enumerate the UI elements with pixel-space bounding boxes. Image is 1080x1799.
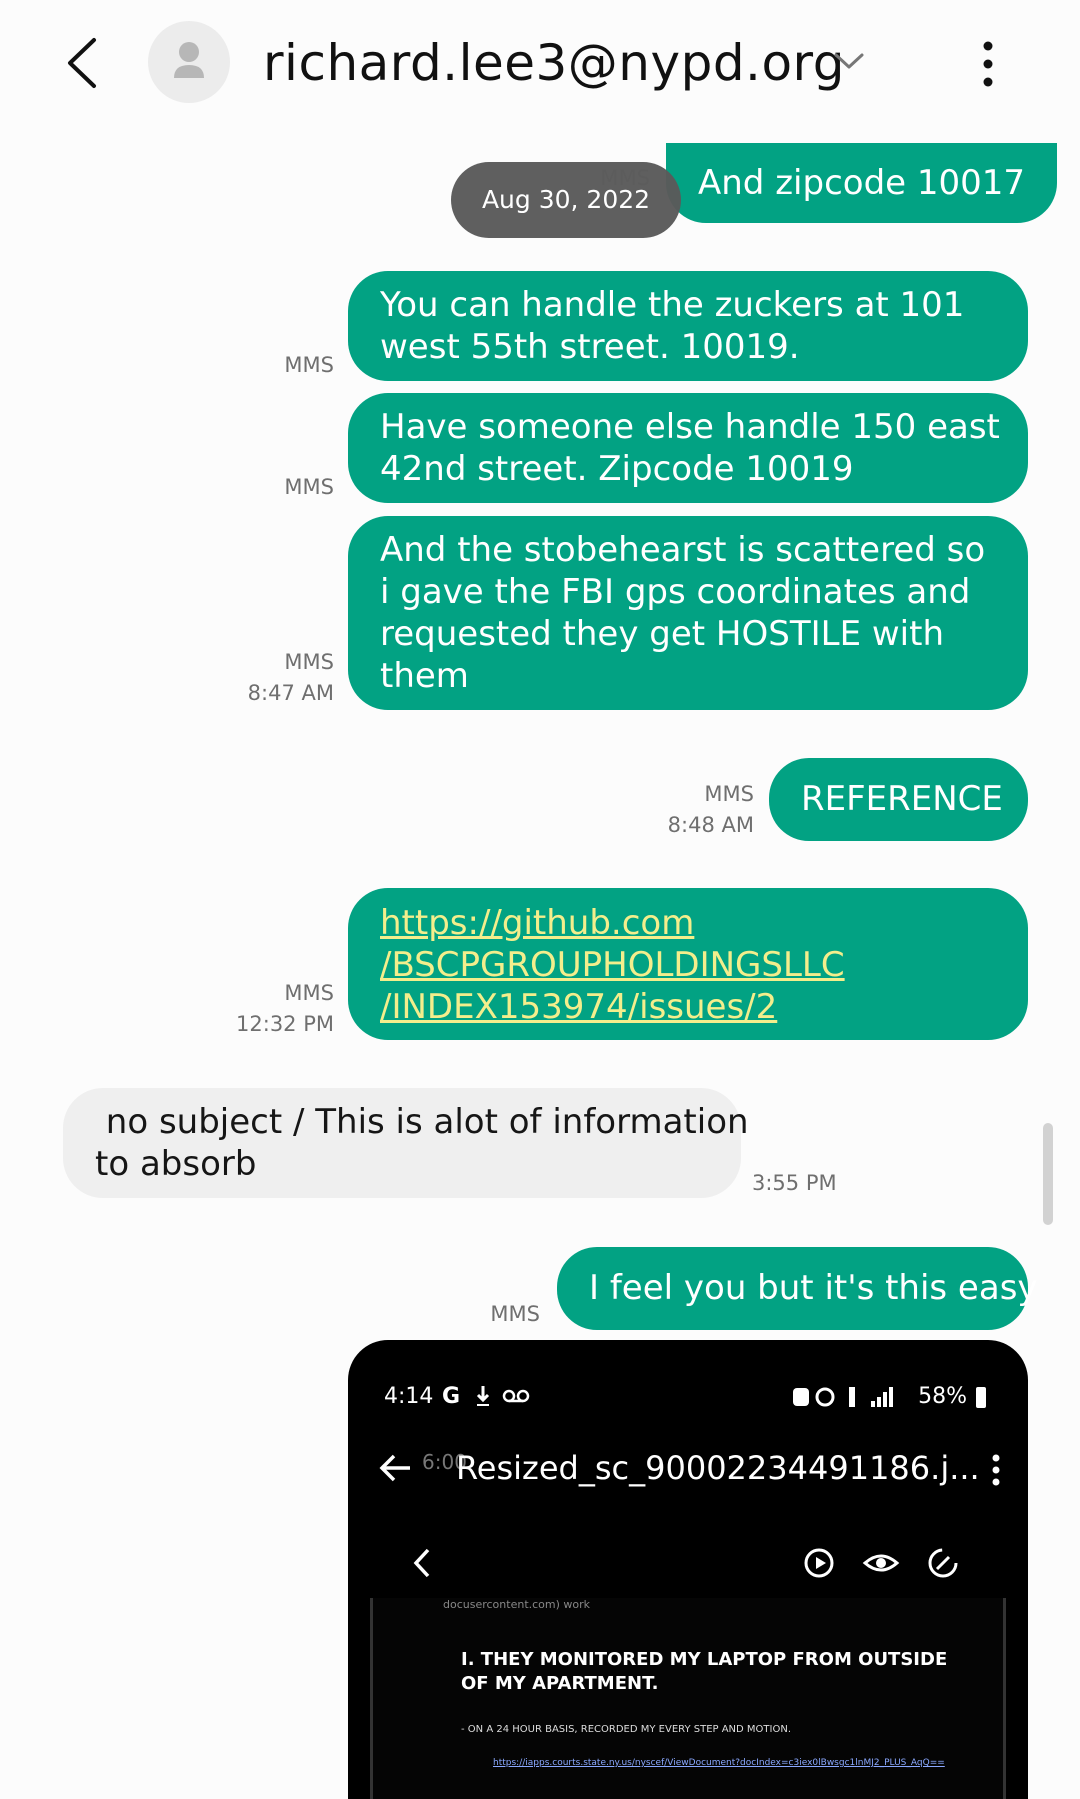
voicemail-icon — [502, 1380, 530, 1421]
avatar[interactable] — [148, 21, 230, 103]
message-meta: MMS 12:32 PM — [236, 981, 334, 1036]
more-vert-icon — [984, 1448, 1008, 1492]
message-meta: MMS 8:48 AM — [667, 782, 754, 837]
attachment-filename: Resized_sc_90002234491186.j... — [456, 1449, 980, 1487]
message-bubble-outgoing[interactable]: And zipcode 10017 — [666, 143, 1058, 223]
document-heading: I. THEY MONITORED MY LAPTOP FROM OUTSIDE… — [461, 1649, 948, 1694]
conversation-header: richard.lee3@nypd.org — [0, 0, 1080, 130]
download-icon — [474, 1380, 492, 1421]
back-arrow-icon[interactable] — [56, 30, 116, 96]
contact-title[interactable]: richard.lee3@nypd.org — [263, 28, 845, 98]
attachment-status-right: 58% — [791, 1380, 988, 1414]
document-link: https://iapps.courts.state.ny.us/nyscef/… — [493, 1758, 945, 1768]
more-vert-icon[interactable] — [968, 36, 1008, 92]
message-link[interactable]: https://github.com — [380, 902, 996, 944]
attachment-titlebar: 6:00 Resized_sc_90002234491186.j... — [376, 1442, 1008, 1498]
message-bubble-outgoing[interactable]: I feel you but it's this easy — [557, 1247, 1038, 1330]
message-bubble-outgoing[interactable]: And the stobehearst is scattered so i ga… — [348, 516, 1028, 710]
message-meta: MMS — [284, 475, 334, 499]
attachment-status-time: 4:14 — [384, 1384, 434, 1409]
document-line: - ON A 24 HOUR BASIS, RECORDED MY EVERY … — [461, 1724, 792, 1735]
attachment-toolbar — [388, 1538, 988, 1588]
message-meta: MMS — [284, 353, 334, 377]
image-attachment[interactable]: 4:14 G 58% 6:00 Resized_sc_9000223449118… — [348, 1340, 1028, 1799]
person-icon — [174, 42, 204, 78]
message-bubble-incoming[interactable]: no subject / This is alot of information… — [63, 1088, 749, 1198]
message-link[interactable]: /BSCPGROUPHOLDINGSLLC — [380, 944, 996, 986]
refresh-icon — [800, 1544, 838, 1582]
rotate-icon — [924, 1544, 962, 1582]
message-bubble-outgoing: https://github.com /BSCPGROUPHOLDINGSLLC… — [348, 888, 1028, 1040]
battery-icon — [976, 1387, 986, 1408]
chevron-left-icon — [408, 1544, 438, 1582]
attachment-document: docusercontent.com) work I. THEY MONITOR… — [370, 1598, 1006, 1799]
message-bubble-outgoing[interactable]: You can handle the zuckers at 101 west 5… — [348, 271, 1028, 381]
conversation-screen: richard.lee3@nypd.org MMS And zipcode 10… — [0, 0, 1080, 1799]
scrollbar-thumb[interactable] — [1043, 1123, 1053, 1225]
google-icon: G — [442, 1384, 461, 1409]
message-link[interactable]: /INDEX153974/issues/2 — [380, 986, 996, 1028]
message-meta: MMS — [490, 1302, 540, 1326]
message-bubble-outgoing[interactable]: REFERENCE — [769, 758, 1028, 841]
document-faint-text: docusercontent.com) work — [443, 1598, 591, 1611]
attachment-status-bar: 4:14 G 58% — [384, 1380, 988, 1414]
message-meta: MMS 8:47 AM — [247, 650, 334, 705]
back-arrow-icon — [376, 1448, 416, 1488]
attachment-battery-text: 58% — [918, 1384, 967, 1409]
date-chip: Aug 30, 2022 — [451, 162, 681, 238]
eye-icon — [862, 1544, 900, 1582]
chevron-down-icon[interactable] — [830, 46, 868, 76]
message-bubble-outgoing[interactable]: Have someone else handle 150 east 42nd s… — [348, 393, 1028, 503]
message-meta: 3:55 PM — [752, 1171, 837, 1195]
status-icons — [793, 1387, 894, 1407]
